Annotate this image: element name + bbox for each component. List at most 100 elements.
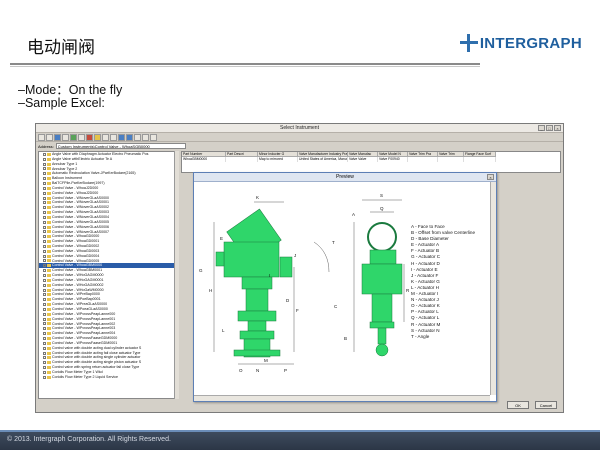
up-icon[interactable]: [134, 133, 141, 141]
expand-icon[interactable]: [43, 278, 46, 282]
expand-icon[interactable]: [43, 366, 46, 370]
tree-scrollbar[interactable]: [174, 151, 179, 399]
expand-icon[interactable]: [43, 341, 46, 345]
expand-icon[interactable]: [43, 181, 46, 185]
expand-icon[interactable]: [43, 264, 46, 268]
expand-icon[interactable]: [43, 298, 46, 302]
list-icon[interactable]: [46, 133, 53, 141]
view-icon[interactable]: [38, 133, 45, 141]
expand-icon[interactable]: [43, 230, 46, 234]
expand-icon[interactable]: [43, 206, 46, 210]
expand-icon[interactable]: [43, 172, 46, 176]
tree-item-label: Coriolis Flow Meter Type 2 Liquid Servic…: [52, 374, 119, 379]
help-icon[interactable]: [150, 133, 157, 141]
logo-mark-icon: [459, 34, 478, 52]
close-icon[interactable]: ×: [554, 125, 561, 131]
stem-right: [371, 293, 393, 323]
instrument-tree[interactable]: Angle Valve with Diaphragm Actuator Elec…: [38, 151, 176, 399]
expand-icon[interactable]: [43, 201, 46, 205]
tree-item[interactable]: Coriolis Flow Meter Type 2 Liquid Servic…: [39, 375, 175, 380]
expand-icon[interactable]: [43, 225, 46, 229]
expand-icon[interactable]: [43, 375, 46, 379]
expand-icon[interactable]: [43, 152, 46, 156]
expand-icon[interactable]: [43, 269, 46, 273]
folder-icon: [47, 240, 51, 244]
expand-icon[interactable]: [43, 244, 46, 248]
folder-icon: [47, 361, 51, 365]
forward-icon[interactable]: [126, 133, 133, 141]
expand-icon[interactable]: [43, 288, 46, 292]
properties-icon[interactable]: [142, 133, 149, 141]
expand-icon[interactable]: [43, 167, 46, 171]
expand-icon[interactable]: [43, 162, 46, 166]
minimize-icon[interactable]: _: [538, 125, 545, 131]
table-cell: WhoaGBM0000: [182, 157, 226, 162]
intergraph-logo: INTERGRAPH: [459, 34, 582, 52]
expand-icon[interactable]: [43, 259, 46, 263]
expand-icon[interactable]: [43, 356, 46, 360]
back-icon[interactable]: [118, 133, 125, 141]
pin-right: [377, 327, 387, 345]
footer-bar: © 2013. Intergraph Corporation. All Righ…: [0, 432, 600, 450]
expand-icon[interactable]: [43, 240, 46, 244]
expand-icon[interactable]: [43, 303, 46, 307]
expand-icon[interactable]: [43, 283, 46, 287]
expand-icon[interactable]: [43, 191, 46, 195]
expand-icon[interactable]: [43, 220, 46, 224]
folder-icon: [47, 177, 51, 181]
expand-icon[interactable]: [43, 332, 46, 336]
expand-icon[interactable]: [43, 351, 46, 355]
folder-icon: [47, 167, 51, 171]
table-cell: Valve F00940: [378, 157, 408, 162]
expand-icon[interactable]: [43, 317, 46, 321]
folder-icon: [47, 186, 51, 190]
title-divider: [10, 63, 480, 65]
address-input[interactable]: Custom Instruments\Control Valve - WhoaS…: [55, 143, 186, 149]
expand-icon[interactable]: [43, 249, 46, 253]
expand-icon[interactable]: [43, 177, 46, 181]
dimension-t-arc: [313, 241, 330, 273]
cancel-button[interactable]: Cancel: [535, 401, 557, 409]
expand-icon[interactable]: [43, 327, 46, 331]
details-icon[interactable]: [54, 133, 61, 141]
expand-icon[interactable]: [43, 215, 46, 219]
expand-icon[interactable]: [43, 312, 46, 316]
folder-icon: [47, 327, 51, 331]
expand-icon[interactable]: [43, 186, 46, 190]
refresh-icon[interactable]: [70, 133, 77, 141]
preview-close-icon[interactable]: ×: [487, 174, 494, 180]
maximize-icon[interactable]: □: [546, 125, 553, 131]
table-row[interactable]: WhoaGBM0000 Map to mirrored United States …: [182, 157, 560, 162]
folder-icon: [47, 157, 51, 161]
expand-icon[interactable]: [43, 254, 46, 258]
expand-icon[interactable]: [43, 370, 46, 374]
expand-icon[interactable]: [43, 346, 46, 350]
preview-vertical-scrollbar[interactable]: [490, 182, 496, 395]
expand-icon[interactable]: [43, 235, 46, 239]
filter-icon[interactable]: [78, 133, 85, 141]
folder-icon: [47, 317, 51, 321]
dim-label-l: L: [222, 328, 225, 333]
folder-icon[interactable]: [94, 133, 101, 141]
stem-left: [247, 320, 267, 332]
tree-icon[interactable]: [62, 133, 69, 141]
expand-icon[interactable]: [43, 157, 46, 161]
delete-icon[interactable]: [86, 133, 93, 141]
expand-icon[interactable]: [43, 211, 46, 215]
copy-icon[interactable]: [102, 133, 109, 141]
expand-icon[interactable]: [43, 307, 46, 311]
expand-icon[interactable]: [43, 322, 46, 326]
expand-icon[interactable]: [43, 196, 46, 200]
folder-icon: [47, 211, 51, 215]
paste-icon[interactable]: [110, 133, 117, 141]
folder-icon: [47, 196, 51, 200]
folder-icon: [47, 244, 51, 248]
preview-horizontal-scrollbar[interactable]: [194, 395, 490, 401]
expand-icon[interactable]: [43, 336, 46, 340]
expand-icon[interactable]: [43, 361, 46, 365]
folder-icon: [47, 162, 51, 166]
expand-icon[interactable]: [43, 274, 46, 278]
expand-icon[interactable]: [43, 293, 46, 297]
folder-icon: [47, 181, 51, 185]
ok-button[interactable]: OK: [507, 401, 529, 409]
